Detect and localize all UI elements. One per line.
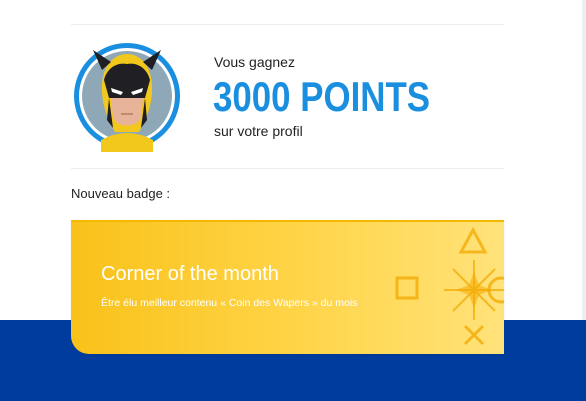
avatar [71, 40, 183, 152]
middle-divider [71, 168, 504, 169]
win-label: Vous gagnez [214, 54, 295, 70]
badge-heading: Nouveau badge : [71, 186, 171, 201]
profile-label: sur votre profil [214, 123, 303, 139]
badge-title: Corner of the month [101, 263, 279, 285]
points-amount: 3000 POINTS [213, 73, 431, 120]
page-edge [582, 0, 586, 320]
badge-description: Être élu meilleur contenu « Coin des Wap… [101, 297, 358, 309]
badge-card: Corner of the month Être élu meilleur co… [71, 220, 504, 354]
playstation-symbols-icon [389, 220, 504, 354]
wolverine-mask-icon [74, 43, 180, 152]
top-divider [71, 24, 504, 25]
